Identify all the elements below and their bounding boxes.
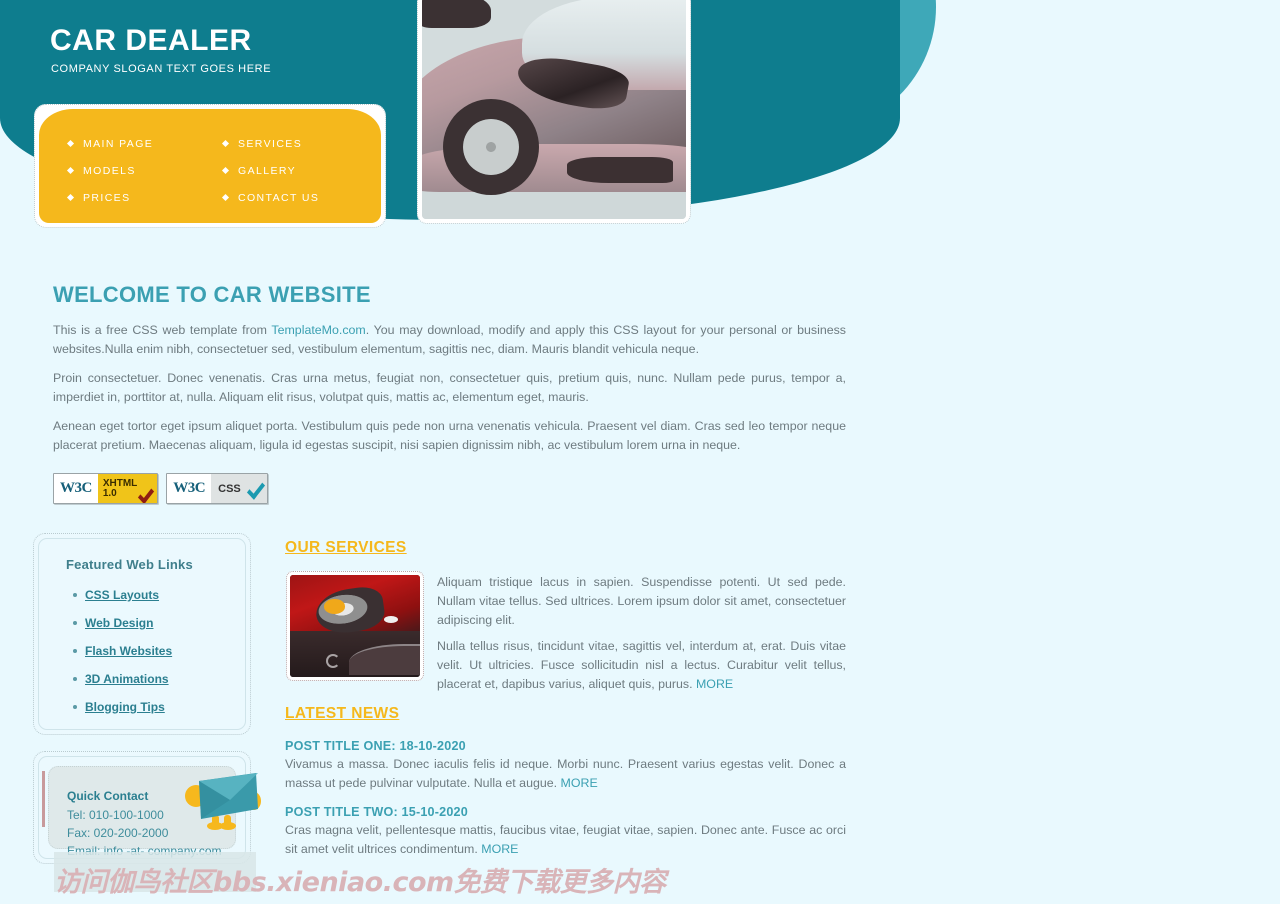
xhtml-line-2: 1.0 bbox=[102, 487, 117, 499]
bullet-icon bbox=[73, 677, 77, 681]
bullet-icon bbox=[73, 705, 77, 709]
featured-web-links-panel: Featured Web Links CSS Layouts Web Desig… bbox=[33, 533, 251, 735]
nav-item-contact-us[interactable]: CONTACT US bbox=[221, 192, 320, 204]
watermark-text: 访问伽鸟社区bbs.xieniao.com免费下载更多内容 bbox=[54, 867, 666, 898]
xhtml-line-1: XHTML bbox=[102, 477, 138, 489]
contact-panel-inner: Quick Contact Tel: 010-100-1000 Fax: 020… bbox=[38, 756, 261, 859]
news-post-1-more-link[interactable]: MORE bbox=[561, 776, 598, 790]
latest-news-heading[interactable]: LATEST NEWS bbox=[285, 705, 399, 723]
featured-link-3d-animations[interactable]: 3D Animations bbox=[85, 672, 169, 686]
list-item[interactable]: 3D Animations bbox=[73, 665, 172, 693]
diamond-bullet-icon bbox=[66, 139, 75, 148]
nav-item-models[interactable]: MODELS bbox=[66, 165, 136, 177]
car-grill bbox=[567, 156, 673, 184]
welcome-text-before: This is a free CSS web template from bbox=[53, 323, 272, 337]
css-badge-label: CSS bbox=[211, 474, 267, 503]
services-more-link[interactable]: MORE bbox=[696, 677, 733, 691]
list-item[interactable]: Web Design bbox=[73, 609, 172, 637]
welcome-paragraph-2: Proin consectetuer. Donec venenatis. Cra… bbox=[53, 371, 846, 404]
news-post-2-text: Cras magna velit, pellentesque mattis, f… bbox=[285, 823, 846, 856]
featured-link-flash-websites[interactable]: Flash Websites bbox=[85, 644, 172, 658]
car-rim bbox=[463, 119, 520, 176]
services-paragraph-2: Nulla tellus risus, tincidunt vitae, sag… bbox=[437, 637, 846, 694]
checkmark-icon bbox=[138, 484, 155, 503]
xhtml-badge-label: XHTML 1.0 bbox=[97, 474, 158, 503]
diamond-bullet-icon bbox=[221, 166, 230, 175]
news-post-2-title: POST TITLE TWO: 15-10-2020 bbox=[285, 805, 468, 819]
welcome-heading: WELCOME TO CAR WEBSITE bbox=[53, 282, 371, 307]
validation-badges: W3C XHTML 1.0 W3C CSS bbox=[53, 473, 268, 504]
services-image bbox=[290, 575, 420, 677]
news-post-1-title: POST TITLE ONE: 18-10-2020 bbox=[285, 739, 466, 753]
checkmark-icon bbox=[246, 478, 265, 500]
contact-fax: Fax: 020-200-2000 bbox=[67, 826, 169, 840]
quick-contact-heading: Quick Contact bbox=[67, 789, 149, 803]
contact-accent-bar bbox=[42, 771, 45, 827]
bullet-icon bbox=[73, 649, 77, 653]
list-item[interactable]: CSS Layouts bbox=[73, 581, 172, 609]
list-item[interactable]: Flash Websites bbox=[73, 637, 172, 665]
featured-link-blogging-tips[interactable]: Blogging Tips bbox=[85, 700, 165, 714]
w3c-logo-text: W3C bbox=[54, 474, 98, 503]
nav-item-prices[interactable]: PRICES bbox=[66, 192, 131, 204]
welcome-paragraph-1: This is a free CSS web template from Tem… bbox=[53, 321, 846, 359]
services-text-2: Nulla tellus risus, tincidunt vitae, sag… bbox=[437, 639, 846, 691]
service-highlight bbox=[383, 615, 398, 623]
nav-label: MAIN PAGE bbox=[83, 138, 154, 150]
header-car-image-frame bbox=[417, 0, 691, 224]
nav-item-services[interactable]: SERVICES bbox=[221, 138, 303, 150]
list-item[interactable]: Blogging Tips bbox=[73, 693, 172, 721]
nav-item-main-page[interactable]: MAIN PAGE bbox=[66, 138, 154, 150]
nav-label: GALLERY bbox=[238, 165, 297, 177]
bullet-icon bbox=[73, 593, 77, 597]
car-ground bbox=[422, 192, 686, 219]
quick-contact-panel: Quick Contact Tel: 010-100-1000 Fax: 020… bbox=[33, 751, 261, 864]
css-text: CSS bbox=[218, 482, 241, 495]
w3c-logo-text: W3C bbox=[167, 474, 212, 503]
services-paragraph-1: Aliquam tristique lacus in sapien. Suspe… bbox=[437, 575, 846, 627]
main-navigation-frame: MAIN PAGE MODELS PRICES SERVICES GALLERY… bbox=[34, 104, 386, 228]
welcome-paragraph-3: Aenean eget tortor eget ipsum aliquet po… bbox=[53, 419, 846, 452]
site-title: CAR DEALER bbox=[50, 24, 252, 57]
diamond-bullet-icon bbox=[221, 139, 230, 148]
site-slogan: COMPANY SLOGAN TEXT GOES HERE bbox=[51, 63, 272, 75]
diamond-bullet-icon bbox=[66, 193, 75, 202]
nav-item-gallery[interactable]: GALLERY bbox=[221, 165, 297, 177]
nav-label: CONTACT US bbox=[238, 192, 320, 204]
nav-label: MODELS bbox=[83, 165, 136, 177]
featured-links-heading: Featured Web Links bbox=[66, 557, 193, 572]
news-post-2-body: Cras magna velit, pellentesque mattis, f… bbox=[285, 821, 846, 859]
contact-telephone: Tel: 010-100-1000 bbox=[67, 808, 164, 822]
car-mirror bbox=[422, 0, 491, 29]
header-car-image bbox=[422, 0, 686, 219]
main-navigation: MAIN PAGE MODELS PRICES SERVICES GALLERY… bbox=[39, 109, 381, 223]
diamond-bullet-icon bbox=[221, 193, 230, 202]
featured-link-css-layouts[interactable]: CSS Layouts bbox=[85, 588, 159, 602]
page-header: CAR DEALER COMPANY SLOGAN TEXT GOES HERE… bbox=[0, 0, 1280, 240]
bullet-icon bbox=[73, 621, 77, 625]
car-tire bbox=[443, 99, 540, 196]
news-post-1-body: Vivamus a massa. Donec iaculis felis id … bbox=[285, 755, 846, 793]
nav-list: MAIN PAGE MODELS PRICES SERVICES GALLERY… bbox=[39, 109, 381, 223]
w3c-css-badge[interactable]: W3C CSS bbox=[166, 473, 268, 504]
nav-label: PRICES bbox=[83, 192, 131, 204]
w3c-xhtml-badge[interactable]: W3C XHTML 1.0 bbox=[53, 473, 159, 504]
featured-link-web-design[interactable]: Web Design bbox=[85, 616, 153, 630]
envelope-mascot-icon bbox=[185, 773, 261, 830]
featured-panel-inner: Featured Web Links CSS Layouts Web Desig… bbox=[38, 538, 246, 730]
templatemo-link[interactable]: TemplateMo.com bbox=[271, 323, 365, 337]
news-post-2-more-link[interactable]: MORE bbox=[481, 842, 518, 856]
nav-label: SERVICES bbox=[238, 138, 303, 150]
service-headlight-bulb bbox=[323, 599, 345, 614]
services-image-frame bbox=[286, 571, 424, 681]
diamond-bullet-icon bbox=[66, 166, 75, 175]
featured-links-list: CSS Layouts Web Design Flash Websites 3D… bbox=[73, 581, 172, 721]
our-services-heading[interactable]: OUR SERVICES bbox=[285, 539, 407, 557]
